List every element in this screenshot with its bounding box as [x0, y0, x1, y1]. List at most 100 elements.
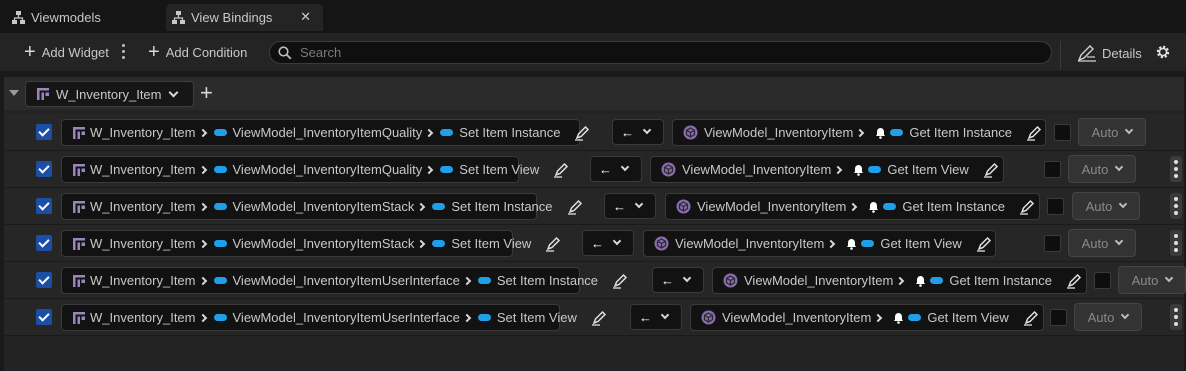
binding-mode-dropdown[interactable]: ← — [612, 119, 664, 145]
edit-pencil-icon[interactable] — [1019, 199, 1035, 215]
viewmodel-binding-path[interactable]: ViewModel_InventoryItem Get Item Instance — [712, 267, 1087, 294]
enabled-checkbox[interactable] — [36, 124, 52, 140]
viewmodel-icon — [723, 273, 738, 288]
viewmodel-binding-path[interactable]: ViewModel_InventoryItem Get Item View — [690, 304, 1044, 331]
chevron-down-icon — [1115, 162, 1124, 172]
condition-checkbox[interactable] — [1044, 235, 1061, 252]
viewmodel-binding-path[interactable]: ViewModel_InventoryItem Get Item View — [643, 230, 996, 257]
binding-mode-arrow: ← — [639, 309, 652, 325]
binding-mode-dropdown[interactable]: ← — [652, 267, 704, 293]
collapse-arrow-icon[interactable] — [9, 90, 19, 96]
widget-binding-path[interactable]: W_Inventory_Item ViewModel_InventoryItemU… — [61, 304, 606, 331]
binding-mode-arrow: ← — [621, 124, 634, 140]
widget-function: Set Item Instance — [451, 199, 553, 214]
enabled-checkbox[interactable] — [36, 235, 52, 251]
condition-checkbox[interactable] — [1094, 272, 1111, 289]
widget-function: Set Item Instance — [496, 273, 599, 288]
enabled-checkbox[interactable] — [36, 161, 52, 177]
edit-pencil-icon[interactable] — [976, 236, 992, 252]
search-box[interactable] — [269, 41, 1052, 64]
function-dot-icon — [861, 240, 875, 247]
binding-mode-dropdown[interactable]: ← — [582, 230, 634, 256]
edit-pencil-icon[interactable] — [983, 162, 999, 178]
chevron-down-icon — [1165, 273, 1174, 283]
tab-view-bindings[interactable]: View Bindings ✕ — [166, 4, 323, 31]
binding-mode-dropdown[interactable]: ← — [590, 156, 642, 182]
tab-label: View Bindings — [191, 10, 273, 25]
widget-function: Set Item Instance — [459, 125, 561, 140]
widget-name: W_Inventory_Item — [90, 310, 196, 325]
chevron-right-icon — [198, 202, 207, 211]
hierarchy-icon — [12, 11, 25, 24]
execution-mode-dropdown[interactable]: Auto — [1068, 155, 1136, 183]
chevron-right-icon — [849, 202, 858, 211]
widget-binding-path[interactable]: W_Inventory_Item ViewModel_InventoryItemS… — [61, 193, 582, 220]
widget-icon — [73, 163, 85, 176]
edit-pencil-icon[interactable] — [567, 199, 583, 215]
chevron-right-icon — [874, 313, 883, 322]
execution-mode-dropdown[interactable]: Auto — [1078, 118, 1146, 146]
widget-binding-path[interactable]: W_Inventory_Item ViewModel_InventoryItemQ… — [61, 156, 569, 183]
add-binding-button[interactable]: + — [200, 81, 213, 105]
edit-pencil-icon[interactable] — [612, 273, 628, 289]
row-options-icon[interactable] — [1170, 304, 1182, 330]
notify-bell-icon — [869, 202, 879, 213]
execution-mode-dropdown[interactable]: Auto — [1068, 229, 1136, 257]
property-dot-icon — [213, 277, 227, 284]
property-dot-icon — [213, 314, 227, 321]
widget-selector[interactable]: W_Inventory_Item — [25, 81, 194, 107]
execution-mode-dropdown[interactable]: Auto — [1118, 266, 1186, 294]
widget-binding-path[interactable]: W_Inventory_Item ViewModel_InventoryItemS… — [61, 230, 561, 257]
chevron-down-icon — [1121, 310, 1130, 320]
widget-name: W_Inventory_Item — [90, 199, 196, 214]
enabled-checkbox[interactable] — [36, 309, 52, 325]
chevron-right-icon — [896, 276, 905, 285]
details-button[interactable]: Details — [1077, 44, 1142, 62]
binding-mode-arrow: ← — [661, 272, 674, 288]
execution-mode-dropdown[interactable]: Auto — [1072, 192, 1140, 220]
viewmodel-binding-path[interactable]: ViewModel_InventoryItem Get Item Instance — [672, 119, 1046, 146]
gear-icon[interactable] — [1155, 44, 1171, 60]
viewmodel-property: ViewModel_InventoryItemStack — [232, 199, 415, 214]
chevron-right-icon — [417, 239, 426, 248]
widget-binding-path[interactable]: W_Inventory_Item ViewModel_InventoryItemQ… — [61, 119, 590, 146]
function-dot-icon — [890, 129, 904, 136]
row-options-icon[interactable] — [1170, 193, 1182, 219]
condition-checkbox[interactable] — [1054, 124, 1071, 141]
chevron-right-icon — [462, 313, 472, 322]
enabled-checkbox[interactable] — [36, 198, 52, 214]
function-dot-icon — [908, 314, 922, 321]
edit-pencil-icon[interactable] — [1026, 125, 1042, 141]
edit-pencil-icon[interactable] — [545, 236, 561, 252]
add-widget-button[interactable]: + Add Widget — [24, 42, 109, 62]
edit-pencil-icon[interactable] — [1023, 310, 1039, 326]
tab-viewmodels[interactable]: Viewmodels — [0, 4, 162, 31]
enabled-checkbox[interactable] — [36, 272, 52, 288]
execution-mode-dropdown[interactable]: Auto — [1074, 303, 1142, 331]
viewmodel-property: ViewModel_InventoryItemUserInterface — [232, 273, 460, 288]
tab-bar: Viewmodels View Bindings ✕ — [0, 0, 1186, 33]
execution-mode-label: Auto — [1081, 235, 1109, 251]
row-options-icon[interactable] — [1170, 156, 1182, 182]
edit-pencil-icon[interactable] — [553, 162, 569, 178]
more-options-icon[interactable] — [122, 44, 126, 60]
edit-pencil-icon[interactable] — [574, 125, 590, 141]
row-options-icon[interactable] — [1170, 230, 1182, 256]
widget-binding-path[interactable]: W_Inventory_Item ViewModel_InventoryItemU… — [61, 267, 628, 294]
edit-pencil-icon[interactable] — [1066, 273, 1082, 289]
viewmodel-binding-path[interactable]: ViewModel_InventoryItem Get Item Instance — [665, 193, 1040, 220]
binding-mode-dropdown[interactable]: ← — [630, 304, 682, 330]
condition-checkbox[interactable] — [1050, 309, 1067, 326]
function-dot-icon — [477, 314, 491, 321]
binding-mode-dropdown[interactable]: ← — [604, 193, 656, 219]
condition-checkbox[interactable] — [1047, 198, 1064, 215]
viewmodel-binding-path[interactable]: ViewModel_InventoryItem Get Item View — [650, 156, 1004, 183]
close-icon[interactable]: ✕ — [300, 9, 311, 25]
add-condition-button[interactable]: + Add Condition — [148, 42, 247, 62]
source-function: Get Item Instance — [949, 273, 1052, 288]
source-viewmodel: ViewModel_InventoryItem — [697, 199, 847, 214]
edit-pencil-icon[interactable] — [591, 310, 607, 326]
search-input[interactable] — [298, 44, 998, 61]
notify-bell-icon — [876, 128, 886, 139]
condition-checkbox[interactable] — [1044, 161, 1061, 178]
